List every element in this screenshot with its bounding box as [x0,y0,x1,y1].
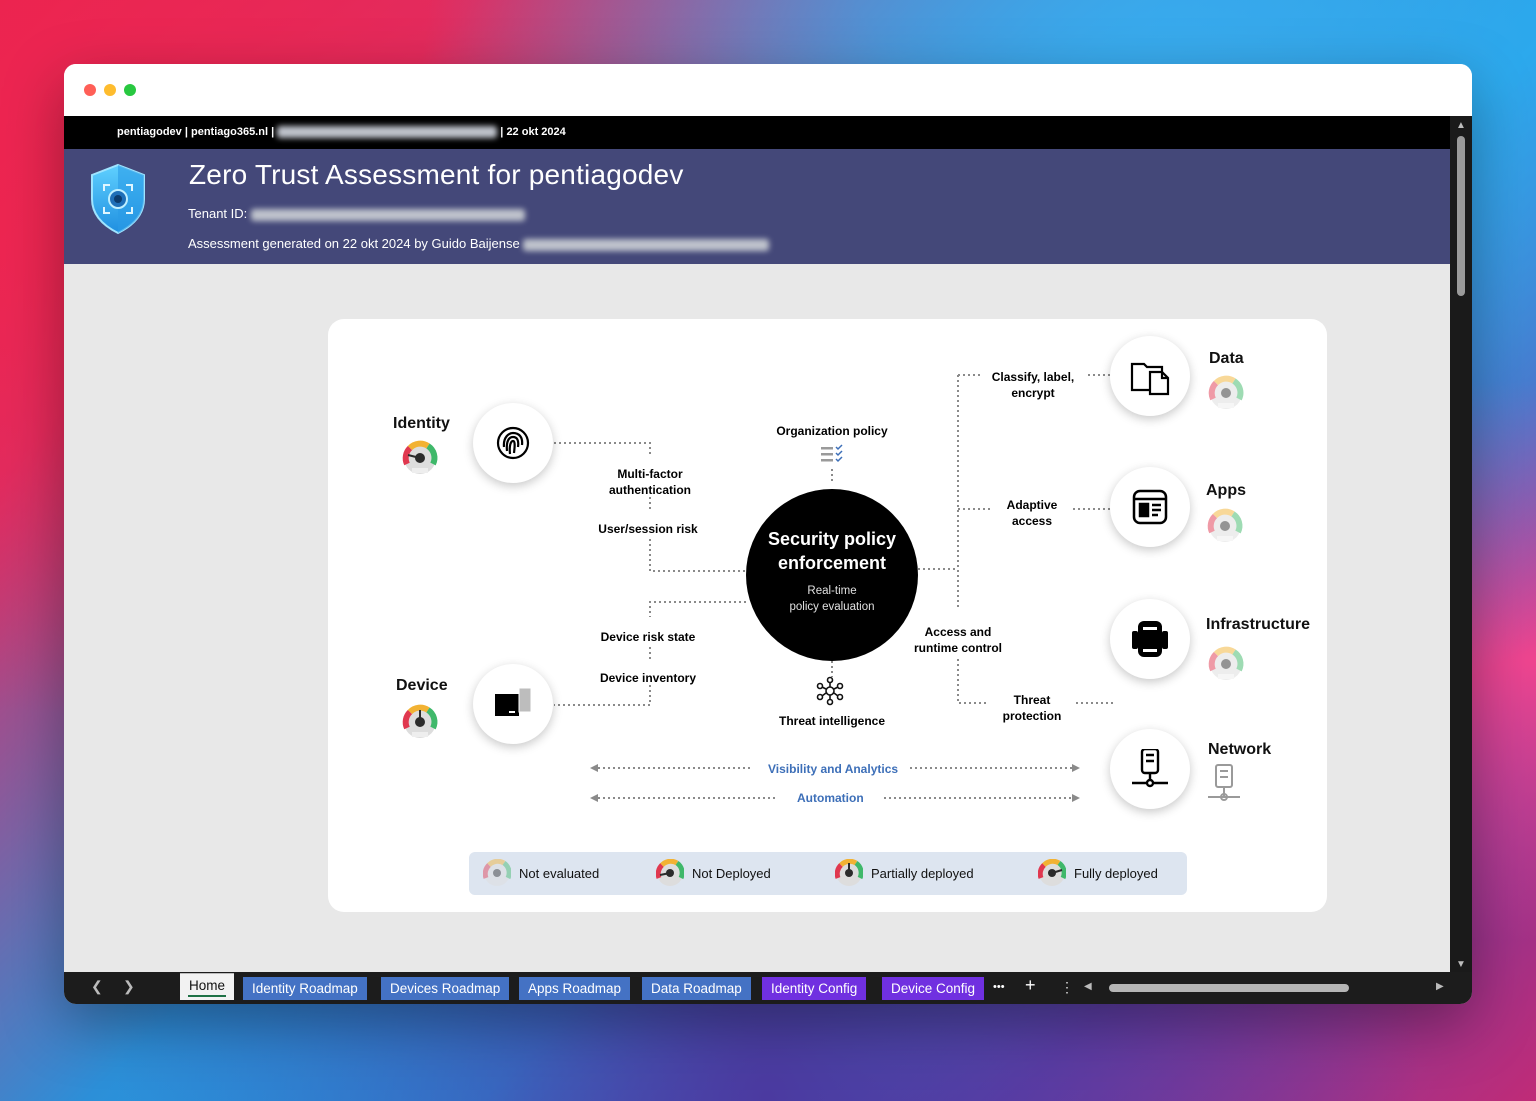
devices-icon [495,687,532,716]
legend-not-evaluated: Not evaluated [483,852,599,895]
gauge-low-icon [656,859,684,886]
data-files-icon [1130,362,1170,396]
identity-pillar-label: Identity [393,415,450,432]
tab-identity-config[interactable]: Identity Config [762,977,867,1000]
device-circle[interactable] [473,664,553,744]
tab-home[interactable]: Home [180,973,235,1000]
redacted-tenant-value [250,208,525,221]
app-window-icon [1132,489,1168,525]
tab-data-roadmap[interactable]: Data Roadmap [642,977,751,1000]
mfa-label: Multi-factor authentication [608,467,691,497]
threat-intelligence-icon [816,676,844,706]
access-runtime-label: Access and runtime control [913,625,1002,655]
redacted-email [523,238,770,251]
maximize-window-button[interactable] [124,84,136,96]
sheet-content: pentiagodev | pentiago365.nl | | 22 okt … [64,116,1450,972]
tenant-id: Tenant ID: [188,206,525,221]
data-pillar-label: Data [1209,350,1244,367]
sheet-tab-bar: ❮ ❯ Home Identity Roadmap Devices Roadma… [64,972,1472,1004]
tab-devices-roadmap[interactable]: Devices Roadmap [381,977,510,1000]
visibility-analytics-label: Visibility and Analytics [768,762,899,776]
network-status-icon [1208,764,1240,801]
close-window-button[interactable] [84,84,96,96]
threat-intelligence-label: Threat intelligence [778,714,886,728]
threat-protection-label: Threat protection [1002,693,1062,723]
prev-sheet-icon[interactable]: ❮ [91,978,103,995]
add-sheet-icon[interactable]: + [1025,975,1036,996]
next-sheet-icon[interactable]: ❯ [123,978,135,995]
legend-partially-deployed: Partially deployed [835,852,974,895]
scroll-left-icon[interactable]: ◀ [1084,981,1092,992]
infrastructure-gauge-icon [1208,646,1244,680]
deployment-legend: Not evaluated Not Deployed Partially dep… [469,852,1187,895]
data-circle[interactable] [1110,336,1190,416]
org-name: pentiagodev [117,126,182,138]
network-icon [1132,749,1168,788]
tab-device-config[interactable]: Device Config [882,977,985,1000]
scroll-up-icon[interactable]: ▲ [1456,120,1466,131]
gauge-grey-icon [483,859,511,886]
generated-info: Assessment generated on 22 okt 2024 by G… [188,236,770,251]
page-title: Zero Trust Assessment for pentiagodev [189,159,684,190]
user-risk-label: User/session risk [598,522,698,536]
vertical-scroll-thumb[interactable] [1457,136,1465,296]
org-policy-label: Organization policy [776,424,888,438]
legend-not-deployed: Not Deployed [656,852,771,895]
minimize-window-button[interactable] [104,84,116,96]
scroll-right-icon[interactable]: ▶ [1436,981,1444,992]
data-gauge-icon [1208,375,1244,409]
apps-circle[interactable] [1110,467,1190,547]
org-domain: pentiago365.nl [191,126,269,138]
redacted-tenant-id [277,126,498,139]
gauge-high-icon [1038,859,1066,886]
network-pillar-label: Network [1208,741,1272,758]
policy-checklist-icon [821,444,843,463]
gauge-mid-icon [835,859,863,886]
security-policy-enforcement-node: Security policy enforcement Real-time po… [746,489,918,661]
zero-trust-diagram: Security policy enforcement Real-time po… [328,319,1327,912]
report-meta-bar: pentiagodev | pentiago365.nl | | 22 okt … [64,116,1450,149]
more-sheets-icon[interactable]: ••• [993,981,1005,993]
report-header: Zero Trust Assessment for pentiagodev Te… [64,149,1450,264]
device-gauge-icon [402,704,438,738]
tab-apps-roadmap[interactable]: Apps Roadmap [519,977,631,1000]
vertical-scrollbar[interactable]: ▲ ▼ [1450,116,1472,972]
scroll-down-icon[interactable]: ▼ [1456,959,1466,970]
shield-logo-icon [91,163,145,235]
apps-pillar-label: Apps [1206,482,1246,499]
horizontal-scroll-thumb[interactable] [1109,984,1349,992]
device-risk-label: Device risk state [600,630,696,644]
report-date: 22 okt 2024 [506,126,566,138]
tab-identity-roadmap[interactable]: Identity Roadmap [243,977,367,1000]
automation-label: Automation [797,791,864,805]
title-bar [64,64,1472,116]
server-icon [1132,621,1168,657]
legend-fully-deployed: Fully deployed [1038,852,1158,895]
classify-label: Classify, label, encrypt [991,370,1075,400]
device-pillar-label: Device [396,677,448,694]
network-circle[interactable] [1110,729,1190,809]
apps-gauge-icon [1207,508,1243,542]
sheet-options-icon[interactable]: ⋮ [1060,979,1074,996]
fingerprint-icon [496,426,530,460]
app-window: pentiagodev | pentiago365.nl | | 22 okt … [64,64,1472,1004]
infrastructure-circle[interactable] [1110,599,1190,679]
infrastructure-pillar-label: Infrastructure [1206,616,1311,633]
adaptive-access-label: Adaptive access [1006,498,1058,528]
identity-circle[interactable] [473,403,553,483]
identity-gauge-icon [402,440,438,474]
device-inventory-label: Device inventory [599,671,697,685]
